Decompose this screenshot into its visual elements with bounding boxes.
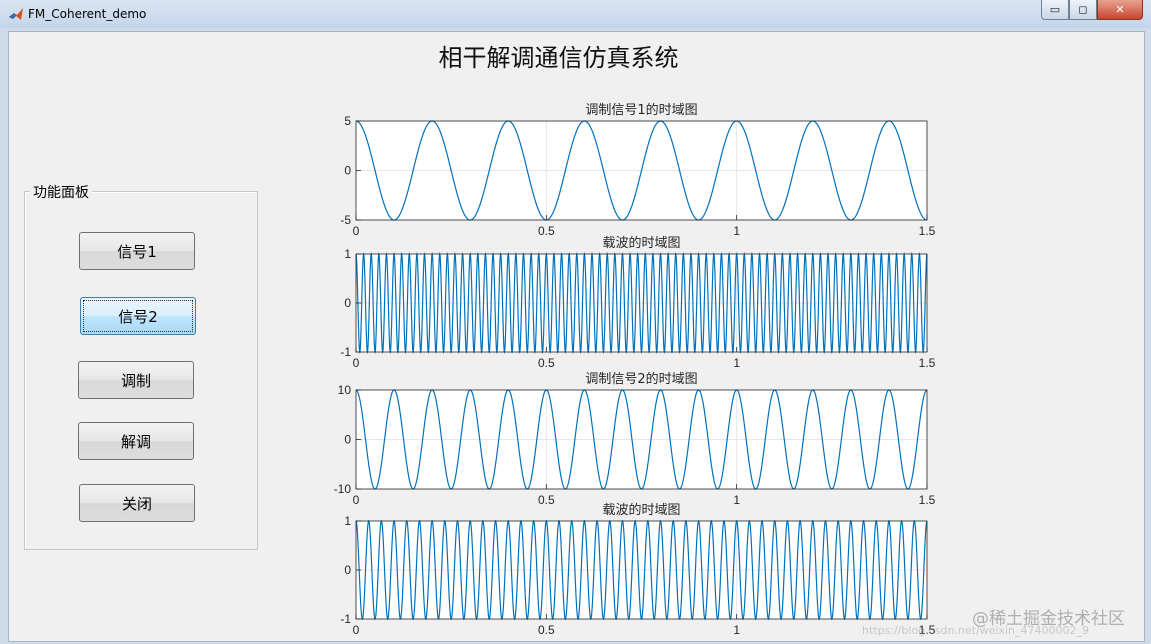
axes-3-xtick-label: 1 (733, 493, 740, 507)
axes-4-title: 载波的时域图 (602, 502, 680, 518)
axes-2-ytick-label: -1 (340, 345, 351, 359)
axes-3-ytick-label: 0 (344, 433, 351, 447)
axes-1-ytick-label: -5 (340, 213, 351, 227)
axes-4-ytick-label: 1 (344, 514, 351, 528)
axes-1-ytick-label: 0 (344, 164, 351, 178)
axes-4-xtick-label: 0 (353, 623, 360, 637)
axes-1-xtick-label: 0 (353, 224, 360, 238)
axes-3-title: 调制信号2的时域图 (585, 371, 697, 387)
axes-2-xtick-label: 1 (733, 356, 740, 370)
axes-4-xtick-label: 0.5 (538, 623, 555, 637)
axes-2-xtick-label: 0.5 (538, 356, 555, 370)
axes-2-xtick-label: 0 (353, 356, 360, 370)
axes-3-xtick-label: 0 (353, 493, 360, 507)
axes-1-xtick-label: 1.5 (919, 224, 936, 238)
axes-3-xtick-label: 0.5 (538, 493, 555, 507)
axes-4-ytick-label: 0 (344, 563, 351, 577)
axes-3-ytick-label: -10 (334, 482, 352, 496)
axes-1-xtick-label: 1 (733, 224, 740, 238)
plots-area: 0 0.5 1 1.5-505调制信号1的时域图0 0.5 1 1.5-101载波的时域图0… (334, 102, 936, 637)
axes-2-ytick-label: 1 (344, 247, 351, 261)
csdn-watermark: https://blog.csdn.net/weixin_47400002_9 (862, 624, 1090, 637)
axes-3-xtick-label: 1.5 (919, 493, 936, 507)
axes-2-xtick-label: 1.5 (919, 356, 936, 370)
axes-4-xtick-label: 1 (733, 623, 740, 637)
axes-2-ytick-label: 0 (344, 296, 351, 310)
axes-1-title: 调制信号1的时域图 (585, 102, 697, 118)
axes-4-ytick-label: -1 (340, 612, 351, 626)
axes-1-xtick-label: 0.5 (538, 224, 555, 238)
axes-3-ytick-label: 10 (338, 383, 352, 397)
axes-1-ytick-label: 5 (344, 114, 351, 128)
axes-2-title: 载波的时域图 (602, 235, 680, 251)
